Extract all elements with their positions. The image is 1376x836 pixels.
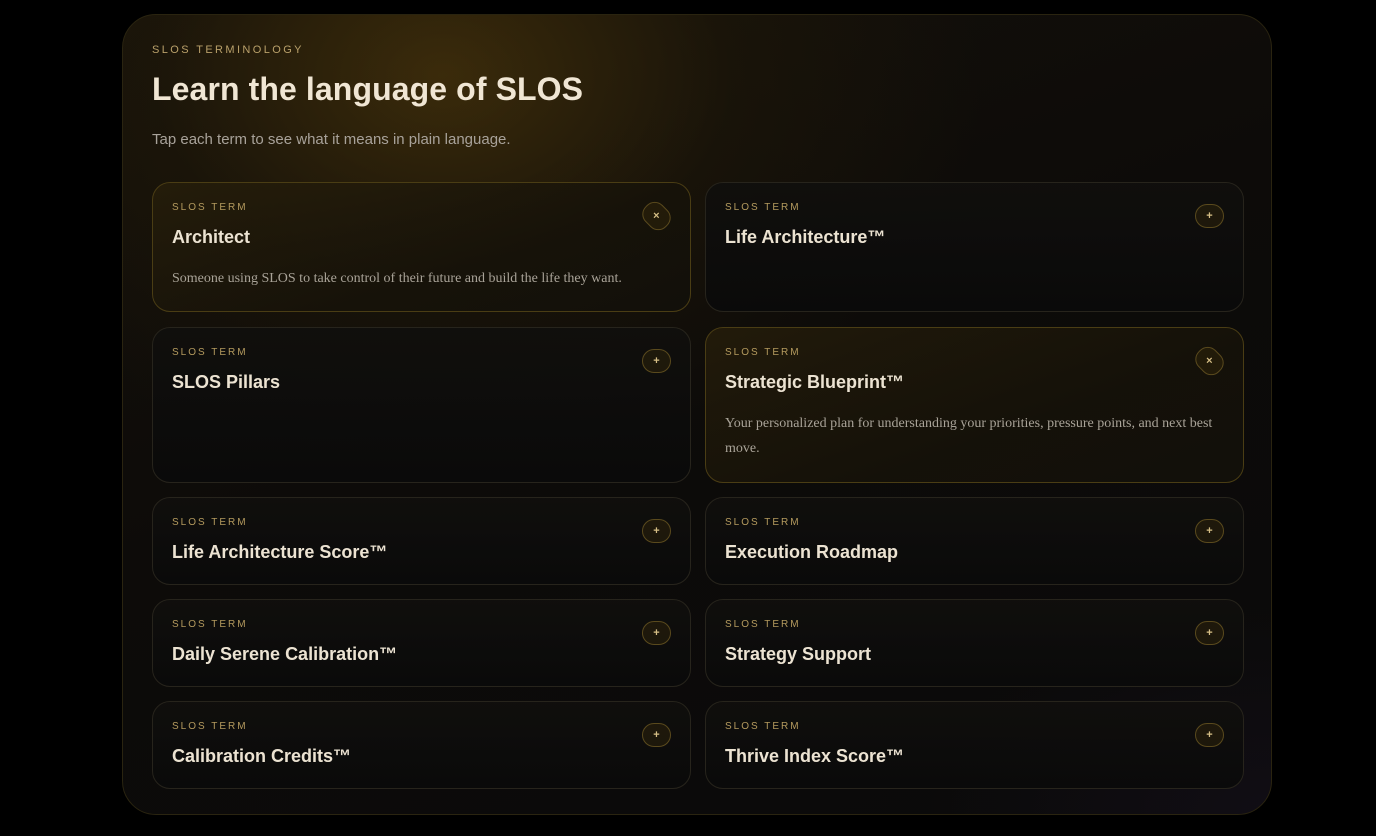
term-definition: Someone using SLOS to take control of th… xyxy=(172,271,622,286)
term-card-strategic-blueprint[interactable]: SLOS TERM Strategic Blueprint™ × Your pe… xyxy=(705,327,1244,483)
term-label: SLOS TERM xyxy=(725,347,801,358)
term-title: Life Architecture™ xyxy=(725,227,886,247)
term-label: SLOS TERM xyxy=(172,721,248,732)
term-title: Thrive Index Score™ xyxy=(725,746,905,766)
expand-toggle-icon[interactable]: + xyxy=(1195,621,1224,645)
page-title: Learn the language of SLOS xyxy=(152,71,584,107)
term-label: SLOS TERM xyxy=(725,721,801,732)
collapse-toggle-icon[interactable]: × xyxy=(637,197,676,235)
terminology-panel: SLOS TERMINOLOGY Learn the language of S… xyxy=(122,14,1272,815)
term-title: SLOS Pillars xyxy=(172,372,281,392)
term-card-life-architecture[interactable]: SLOS TERM Life Architecture™ + xyxy=(705,182,1244,312)
expand-toggle-icon[interactable]: + xyxy=(1195,519,1224,543)
term-card-calibration-credits[interactable]: SLOS TERM Calibration Credits™ + xyxy=(152,701,691,789)
section-eyebrow: SLOS TERMINOLOGY xyxy=(152,44,304,56)
term-label: SLOS TERM xyxy=(725,202,801,213)
term-title: Strategy Support xyxy=(725,644,872,664)
term-title: Architect xyxy=(172,227,251,247)
term-card-strategy-support[interactable]: SLOS TERM Strategy Support + xyxy=(705,599,1244,687)
expand-toggle-icon[interactable]: + xyxy=(1195,723,1224,747)
term-title: Daily Serene Calibration™ xyxy=(172,644,398,664)
expand-toggle-icon[interactable]: + xyxy=(642,621,671,645)
collapse-toggle-icon[interactable]: × xyxy=(1190,342,1229,380)
expand-toggle-icon[interactable]: + xyxy=(1195,204,1224,228)
term-card-thrive-index-score[interactable]: SLOS TERM Thrive Index Score™ + xyxy=(705,701,1244,789)
term-title: Execution Roadmap xyxy=(725,542,899,562)
term-card-architect[interactable]: SLOS TERM Architect × Someone using SLOS… xyxy=(152,182,691,312)
term-card-execution-roadmap[interactable]: SLOS TERM Execution Roadmap + xyxy=(705,497,1244,585)
term-label: SLOS TERM xyxy=(725,517,801,528)
term-label: SLOS TERM xyxy=(172,517,248,528)
term-label: SLOS TERM xyxy=(172,619,248,630)
term-card-life-architecture-score[interactable]: SLOS TERM Life Architecture Score™ + xyxy=(152,497,691,585)
term-title: Calibration Credits™ xyxy=(172,746,352,766)
expand-toggle-icon[interactable]: + xyxy=(642,723,671,747)
term-label: SLOS TERM xyxy=(172,202,248,213)
term-card-slos-pillars[interactable]: SLOS TERM SLOS Pillars + xyxy=(152,327,691,483)
expand-toggle-icon[interactable]: + xyxy=(642,519,671,543)
term-card-daily-serene-calibration[interactable]: SLOS TERM Daily Serene Calibration™ + xyxy=(152,599,691,687)
term-title: Life Architecture Score™ xyxy=(172,542,388,562)
section-subtitle: Tap each term to see what it means in pl… xyxy=(152,131,511,148)
term-label: SLOS TERM xyxy=(172,347,248,358)
term-definition: Your personalized plan for understanding… xyxy=(725,416,1213,456)
term-title: Strategic Blueprint™ xyxy=(725,372,905,392)
term-label: SLOS TERM xyxy=(725,619,801,630)
expand-toggle-icon[interactable]: + xyxy=(642,349,671,373)
